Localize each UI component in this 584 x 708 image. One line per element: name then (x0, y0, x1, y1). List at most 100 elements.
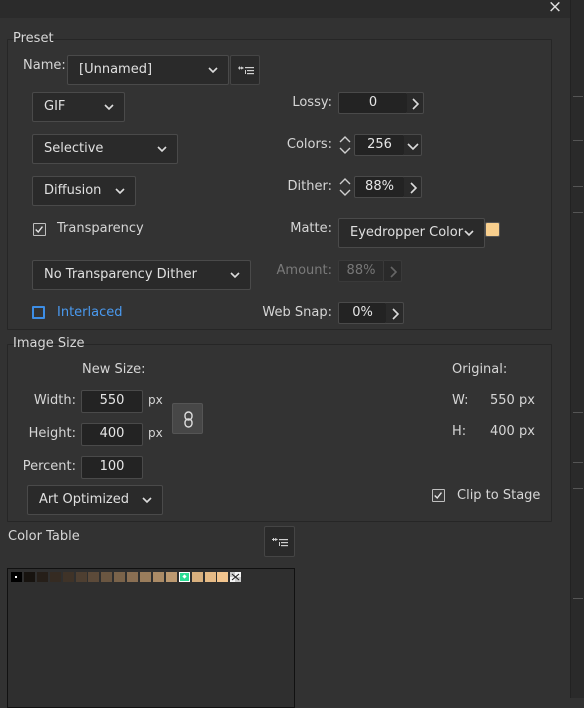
color-table-cell[interactable] (62, 572, 74, 582)
original-width-value: 550 px (490, 393, 535, 408)
colors-input[interactable]: 256 (354, 134, 405, 156)
transparency-dither-dropdown[interactable]: No Transparency Dither (32, 260, 251, 290)
color-table-cell[interactable] (88, 572, 100, 582)
checkmark-icon (434, 492, 442, 500)
interlaced-label: Interlaced (57, 305, 123, 320)
transparency-dither-value: No Transparency Dither (44, 267, 197, 282)
percent-input[interactable]: 100 (81, 456, 143, 479)
options-menu-icon (238, 66, 254, 75)
websnap-slider-button[interactable] (386, 302, 404, 324)
image-size-title: Image Size (13, 336, 85, 351)
colors-label: Colors: (286, 137, 332, 152)
color-table-cell[interactable] (165, 572, 177, 582)
resample-quality-dropdown[interactable]: Art Optimized (27, 485, 163, 515)
resample-quality-value: Art Optimized (39, 492, 130, 507)
original-label: Original: (452, 362, 508, 377)
color-table-cell[interactable] (217, 572, 229, 582)
original-height-label: H: (452, 424, 467, 439)
scrollbar-tick (573, 462, 583, 463)
amount-label: Amount: (276, 263, 332, 278)
chevron-down-icon (142, 497, 152, 504)
chevron-down-icon (115, 188, 125, 195)
spinner-up-down-icon (339, 136, 351, 154)
colors-dropdown-button[interactable] (404, 134, 422, 156)
color-table-cell[interactable] (140, 572, 151, 582)
dither-algorithm-value: Diffusion (44, 183, 102, 198)
clip-to-stage-checkbox[interactable] (432, 489, 445, 502)
color-table-cell[interactable] (152, 572, 164, 582)
chevron-right-icon (392, 308, 400, 320)
matte-color-swatch[interactable] (485, 222, 500, 237)
height-unit: px (148, 426, 163, 440)
link-icon (184, 411, 193, 428)
percent-label: Percent: (22, 459, 76, 474)
chevron-down-icon (208, 67, 218, 74)
color-table-cell[interactable] (178, 572, 190, 582)
chevron-right-icon (390, 266, 398, 278)
scrollbar-tick (573, 186, 583, 187)
lossy-label: Lossy: (292, 95, 332, 110)
lossy-slider-button[interactable] (407, 92, 424, 114)
matte-dropdown[interactable]: Eyedropper Color (338, 218, 485, 248)
interlaced-checkbox[interactable] (32, 306, 45, 319)
width-label: Width: (33, 393, 76, 408)
checkmark-icon (35, 226, 43, 234)
color-table-cell[interactable] (114, 572, 126, 582)
palette-value: Selective (44, 141, 104, 156)
chevron-down-icon (407, 143, 419, 151)
width-input[interactable]: 550 (81, 390, 143, 413)
preset-name-value: [Unnamed] (79, 62, 153, 77)
chevron-right-icon (412, 98, 420, 110)
matte-label: Matte: (290, 221, 332, 236)
transparency-label: Transparency (57, 221, 144, 236)
color-table-options-button[interactable] (264, 526, 295, 557)
width-unit: px (148, 393, 163, 407)
chevron-down-icon (230, 272, 240, 279)
scrollbar-tick (573, 212, 583, 213)
chevron-down-icon (104, 104, 114, 111)
color-table-cell[interactable] (23, 572, 35, 582)
height-input[interactable]: 400 (81, 423, 143, 446)
color-table-grid[interactable] (7, 568, 295, 708)
scrollbar-tick (573, 412, 583, 413)
color-table-cell[interactable] (75, 572, 87, 582)
dither-input[interactable]: 88% (354, 176, 405, 198)
color-table-cell[interactable] (101, 572, 113, 582)
color-table-title: Color Table (8, 529, 80, 544)
preset-title: Preset (13, 31, 54, 46)
color-table-cell[interactable] (204, 572, 216, 582)
chevron-down-icon (157, 146, 167, 153)
dither-label: Dither: (287, 179, 332, 194)
scrollbar-strip[interactable] (570, 0, 584, 698)
preset-options-button[interactable] (230, 55, 260, 85)
chevron-right-icon (410, 182, 418, 194)
color-table-cell[interactable] (230, 572, 242, 582)
scrollbar-tick (573, 140, 583, 141)
amount-slider-button (384, 260, 402, 282)
palette-dropdown[interactable]: Selective (32, 134, 178, 164)
chevron-down-icon (464, 230, 474, 237)
scrollbar-tick (573, 488, 583, 489)
colors-spinner[interactable] (338, 134, 352, 156)
lossy-input[interactable]: 0 (338, 92, 408, 114)
format-value: GIF (44, 99, 66, 114)
dither-spinner[interactable] (338, 176, 352, 198)
preset-name-dropdown[interactable]: [Unnamed] (67, 55, 229, 85)
scrollbar-tick (573, 598, 583, 599)
color-table-cell[interactable] (36, 572, 48, 582)
constrain-proportions-button[interactable] (172, 403, 203, 434)
window-title-bar (0, 0, 570, 18)
original-width-label: W: (452, 393, 469, 408)
transparency-checkbox[interactable] (33, 223, 46, 236)
format-dropdown[interactable]: GIF (32, 92, 125, 122)
color-table-cell[interactable] (11, 572, 22, 582)
dither-algorithm-dropdown[interactable]: Diffusion (32, 176, 136, 206)
close-icon[interactable]: × (546, 0, 564, 16)
websnap-input[interactable]: 0% (338, 302, 387, 324)
color-table-cell[interactable] (127, 572, 139, 582)
name-label: Name: (23, 58, 66, 73)
color-table-cell[interactable] (49, 572, 61, 582)
spinner-up-down-icon (339, 178, 351, 196)
color-table-cell[interactable] (191, 572, 203, 582)
dither-slider-button[interactable] (404, 176, 422, 198)
